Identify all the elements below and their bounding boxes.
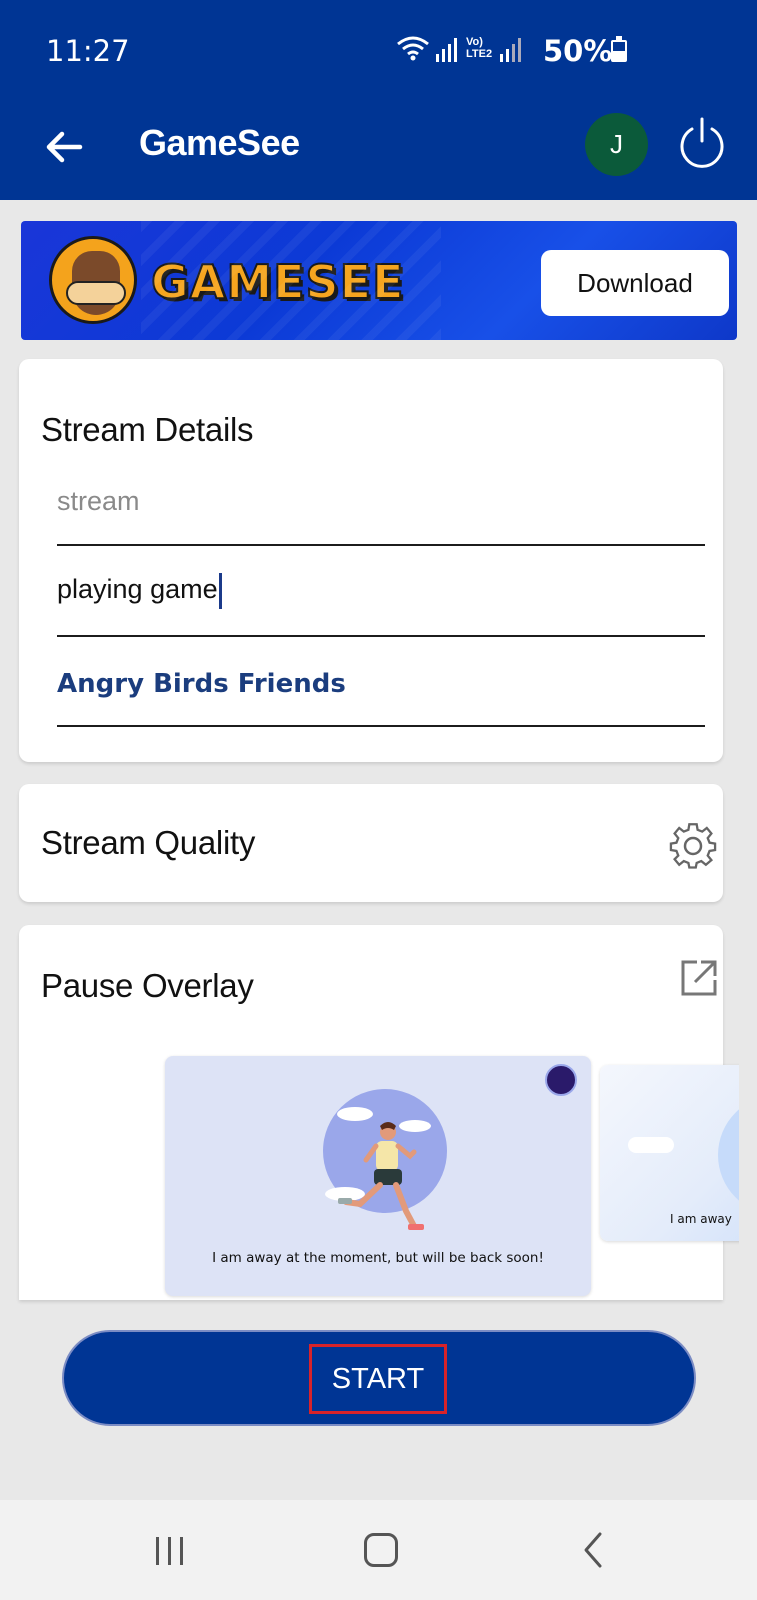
stream-description-value: playing game <box>57 573 222 609</box>
overlay-caption: I am away at the moment, but will be bac… <box>212 1250 544 1266</box>
recent-apps-icon[interactable] <box>154 1535 186 1567</box>
gamesee-logo-icon <box>49 236 137 324</box>
stream-title-field[interactable]: stream <box>57 474 705 546</box>
pause-overlay-thumbnail[interactable]: I am away <box>600 1065 739 1241</box>
stream-details-title: Stream Details <box>41 411 254 448</box>
app-title: GameSee <box>139 122 300 163</box>
battery-fill <box>613 51 625 60</box>
stream-title-placeholder: stream <box>57 486 140 516</box>
external-link-icon[interactable] <box>679 958 719 998</box>
stream-description-text: playing game <box>57 574 218 605</box>
back-arrow-icon[interactable] <box>40 122 90 172</box>
signal-icon-2 <box>500 38 521 62</box>
stream-quality-card[interactable]: Stream Quality <box>19 784 723 902</box>
game-selector[interactable]: Angry Birds Friends <box>57 651 705 727</box>
stream-quality-title: Stream Quality <box>41 824 256 861</box>
avatar[interactable]: J <box>585 113 648 176</box>
nav-back-icon[interactable] <box>578 1530 608 1570</box>
wifi-icon <box>397 36 429 61</box>
home-icon[interactable] <box>364 1533 398 1567</box>
power-icon[interactable] <box>678 115 726 169</box>
gamesee-banner[interactable]: GAMESEE Download <box>21 221 737 340</box>
game-name: Angry Birds Friends <box>57 669 346 699</box>
battery-icon <box>611 36 627 62</box>
cloud-decoration <box>628 1137 674 1153</box>
gear-icon[interactable] <box>667 820 719 872</box>
running-person-illustration <box>323 1089 447 1230</box>
system-nav-bar <box>0 1500 757 1600</box>
pause-overlay-carousel[interactable]: I am away at the moment, but will be bac… <box>19 1035 739 1303</box>
banner-logo-text: GAMESEE <box>150 254 405 310</box>
download-button[interactable]: Download <box>541 250 729 316</box>
start-button[interactable]: START <box>62 1330 696 1426</box>
network-label: Vo) LTE2 <box>466 36 493 60</box>
pause-overlay-title: Pause Overlay <box>41 967 254 1004</box>
app-bar: GameSee J <box>0 96 757 200</box>
status-time: 11:27 <box>46 34 130 68</box>
overlay-caption: I am away <box>670 1212 732 1226</box>
start-button-label[interactable]: START <box>309 1344 447 1414</box>
gamesee-mini-logo-icon <box>545 1064 577 1096</box>
overlay-circle-decoration <box>718 1095 739 1215</box>
signal-icon <box>436 38 457 62</box>
text-cursor <box>218 573 222 609</box>
stream-description-field[interactable]: playing game <box>57 561 705 637</box>
stream-details-card: Stream Details stream playing game Angry… <box>19 359 723 762</box>
battery-percent: 50% <box>543 34 613 68</box>
pause-overlay-thumbnail[interactable]: I am away at the moment, but will be bac… <box>165 1056 591 1296</box>
status-bar: 11:27 Vo) LTE2 50% <box>0 0 757 96</box>
gamepad-icon <box>66 281 126 305</box>
